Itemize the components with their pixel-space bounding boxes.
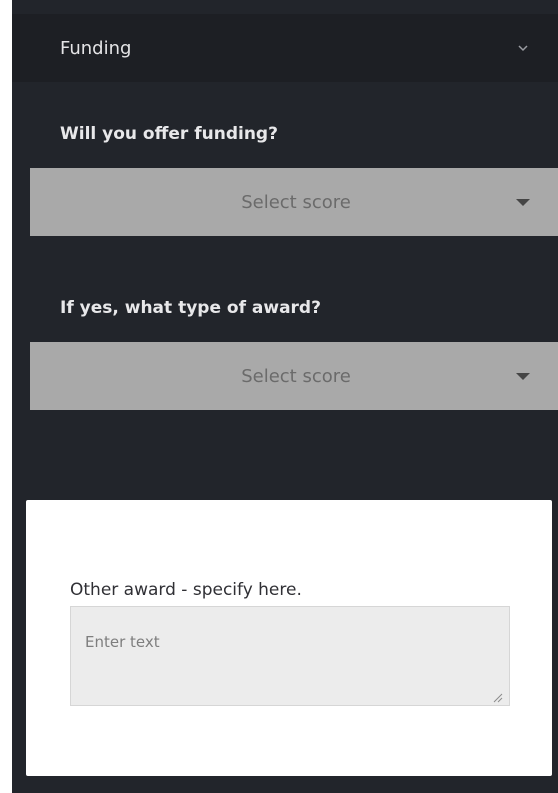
other-award-label: Other award - specify here.: [70, 580, 302, 600]
award-type-select[interactable]: Select score: [30, 342, 558, 410]
section-title: Funding: [60, 37, 132, 59]
award-type-select-value: Select score: [241, 365, 351, 387]
dropdown-arrow-icon[interactable]: [516, 198, 530, 206]
chevron-down-icon[interactable]: [516, 41, 530, 55]
funding-question-label: Will you offer funding?: [60, 124, 278, 144]
funding-panel: Funding Will you offer funding? Select s…: [12, 0, 558, 793]
other-award-textarea[interactable]: Enter text: [70, 606, 510, 706]
funding-section-header[interactable]: Funding: [12, 14, 558, 82]
textarea-placeholder: Enter text: [85, 633, 160, 651]
award-type-question-label: If yes, what type of award?: [60, 298, 321, 318]
funding-score-select[interactable]: Select score: [30, 168, 558, 236]
dropdown-arrow-icon[interactable]: [516, 372, 530, 380]
funding-score-select-value: Select score: [241, 191, 351, 213]
other-award-card: Other award - specify here. Enter text: [26, 500, 552, 776]
resize-handle-icon[interactable]: [493, 689, 503, 703]
